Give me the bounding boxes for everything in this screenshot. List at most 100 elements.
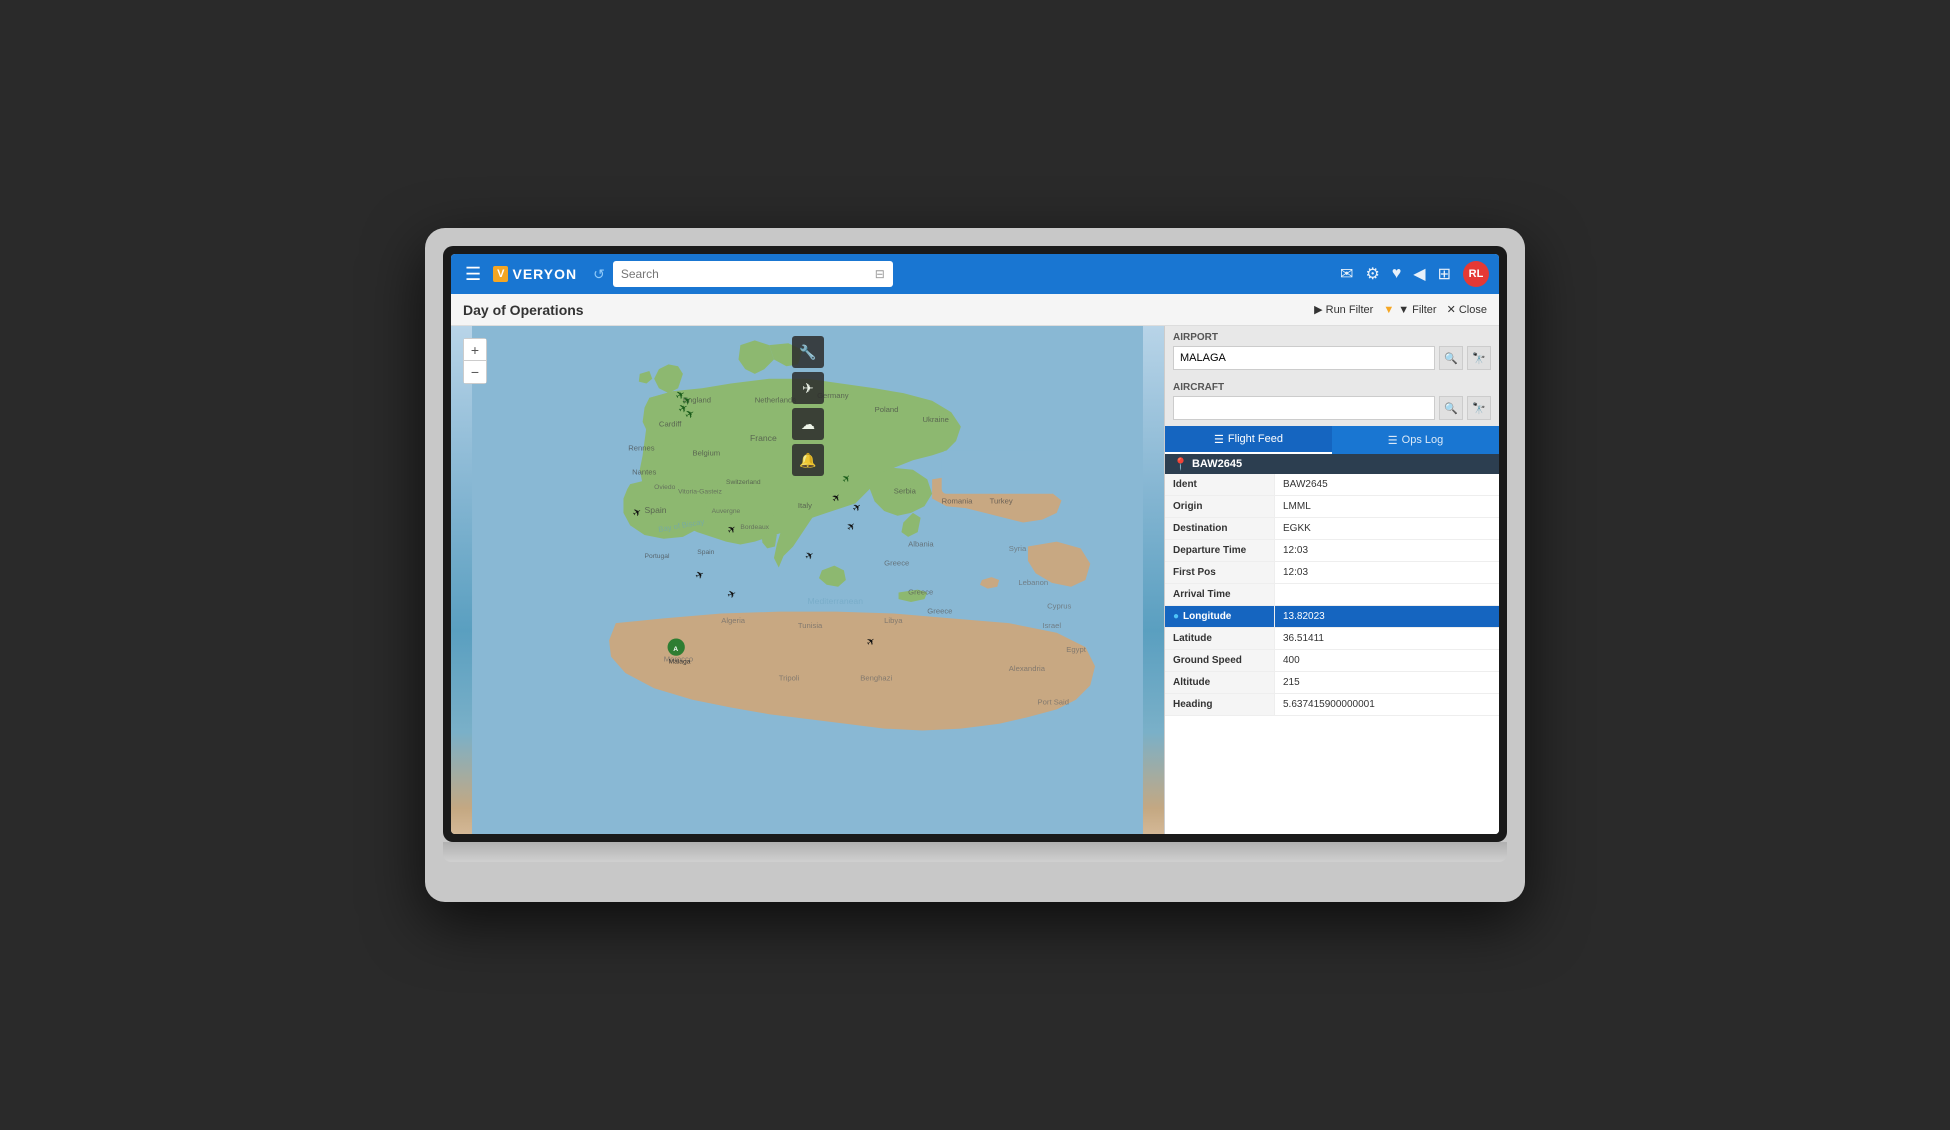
aircraft-filter-input[interactable] (1173, 396, 1435, 420)
panel-tabs: ☰ Flight Feed ☰ Ops Log (1165, 426, 1499, 454)
ground-speed-label: Ground Speed (1165, 650, 1275, 671)
airport-filter-input[interactable] (1173, 346, 1435, 370)
departure-time-value: 12:03 (1275, 540, 1499, 561)
logo-text: VERYON (512, 266, 577, 282)
map-area[interactable]: France Spain Italy Serbia Romania Turkey… (451, 326, 1164, 834)
avatar[interactable]: RL (1463, 261, 1489, 287)
table-row: Heading 5.637415900000001 (1165, 694, 1499, 716)
svg-text:Nantes: Nantes (632, 468, 656, 477)
table-row-highlighted: ●Longitude 13.82023 (1165, 606, 1499, 628)
users-icon[interactable]: ⚙ (1365, 264, 1379, 284)
flight-header-row: 📍 BAW2645 (1165, 454, 1499, 474)
aircraft-filter-input-row: 🔍 🔭 (1173, 396, 1491, 420)
filter-button[interactable]: ▼ ▼ Filter (1383, 304, 1436, 316)
svg-text:Turkey: Turkey (990, 496, 1013, 505)
departure-time-label: Departure Time (1165, 540, 1275, 561)
svg-text:Portugal: Portugal (645, 553, 670, 560)
airport-binoculars-button[interactable]: 🔭 (1467, 346, 1491, 370)
svg-text:Cyprus: Cyprus (1047, 602, 1071, 611)
notifications-icon[interactable]: ◀ (1413, 264, 1425, 284)
svg-text:France: France (750, 433, 777, 443)
svg-text:Vitoria-Gasteiz: Vitoria-Gasteiz (678, 489, 722, 496)
svg-text:Italy: Italy (798, 501, 812, 510)
svg-text:Tunisia: Tunisia (798, 621, 823, 630)
svg-text:Lebanon: Lebanon (1018, 578, 1048, 587)
apps-icon[interactable]: ⊞ (1438, 264, 1451, 284)
ground-speed-value: 400 (1275, 650, 1499, 671)
close-button[interactable]: ✕ Close (1447, 303, 1487, 316)
svg-text:Rennes: Rennes (628, 444, 655, 453)
run-filter-button[interactable]: ▶ Run Filter (1314, 303, 1373, 316)
hamburger-menu-icon[interactable]: ☰ (461, 260, 485, 289)
svg-text:Netherlands: Netherlands (755, 396, 796, 405)
first-pos-value: 12:03 (1275, 562, 1499, 583)
svg-text:Romania: Romania (942, 496, 973, 505)
flight-feed-label: Flight Feed (1228, 433, 1283, 445)
flight-ident-header: BAW2645 (1192, 458, 1242, 470)
svg-text:Israel: Israel (1042, 621, 1061, 630)
svg-text:Cardiff: Cardiff (659, 420, 682, 429)
tab-flight-feed[interactable]: ☰ Flight Feed (1165, 426, 1332, 454)
svg-text:Algeria: Algeria (721, 616, 746, 625)
mail-icon[interactable]: ✉ (1340, 264, 1353, 284)
airport-filter-input-row: 🔍 🔭 (1173, 346, 1491, 370)
airport-search-button[interactable]: 🔍 (1439, 346, 1463, 370)
svg-text:Poland: Poland (875, 405, 899, 414)
logo-area: V VERYON (493, 266, 577, 282)
svg-text:Ukraine: Ukraine (923, 415, 949, 424)
heading-value: 5.637415900000001 (1275, 694, 1499, 715)
destination-label: Destination (1165, 518, 1275, 539)
wrench-tool-button[interactable]: 🔧 (792, 336, 824, 368)
svg-text:Switzerland: Switzerland (726, 479, 761, 486)
ops-log-label: Ops Log (1402, 434, 1444, 446)
svg-text:Alexandria: Alexandria (1009, 664, 1046, 673)
bell-tool-button[interactable]: 🔔 (792, 444, 824, 476)
tab-ops-log[interactable]: ☰ Ops Log (1332, 426, 1499, 454)
longitude-value: 13.82023 (1275, 606, 1499, 627)
aircraft-binoculars-button[interactable]: 🔭 (1467, 396, 1491, 420)
flight-info-panel: 📍 BAW2645 Ident BAW2645 Origin LMML (1165, 454, 1499, 834)
table-row: Departure Time 12:03 (1165, 540, 1499, 562)
table-row: Destination EGKK (1165, 518, 1499, 540)
flight-feed-icon: ☰ (1214, 433, 1224, 446)
svg-text:Málaga: Málaga (669, 658, 691, 665)
refresh-icon[interactable]: ↺ (593, 266, 605, 283)
logo-badge: V (493, 266, 508, 282)
svg-text:Albania: Albania (908, 539, 934, 548)
cloud-tool-button[interactable]: ☁ (792, 408, 824, 440)
svg-text:Syria: Syria (1009, 544, 1027, 553)
table-row: Altitude 215 (1165, 672, 1499, 694)
search-input[interactable] (621, 267, 871, 281)
destination-value: EGKK (1275, 518, 1499, 539)
table-row: First Pos 12:03 (1165, 562, 1499, 584)
map-background: France Spain Italy Serbia Romania Turkey… (451, 326, 1164, 834)
location-dot-icon: ● (1173, 611, 1179, 622)
right-panel: AIRPORT 🔍 🔭 AIRCRAFT 🔍 🔭 (1164, 326, 1499, 834)
zoom-out-button[interactable]: − (464, 361, 486, 383)
svg-text:Tripoli: Tripoli (779, 674, 800, 683)
ops-log-icon: ☰ (1388, 434, 1398, 447)
table-row: Origin LMML (1165, 496, 1499, 518)
aircraft-filter-label: AIRCRAFT (1173, 382, 1491, 393)
svg-text:Greece: Greece (908, 587, 933, 596)
filter-icon: ▼ (1383, 304, 1394, 316)
table-row: Ident BAW2645 (1165, 474, 1499, 496)
heading-label: Heading (1165, 694, 1275, 715)
first-pos-label: First Pos (1165, 562, 1275, 583)
origin-value: LMML (1275, 496, 1499, 517)
table-row: Arrival Time (1165, 584, 1499, 606)
favorites-icon[interactable]: ♥ (1392, 265, 1402, 283)
svg-text:Serbia: Serbia (894, 487, 917, 496)
table-row: Ground Speed 400 (1165, 650, 1499, 672)
aircraft-search-button[interactable]: 🔍 (1439, 396, 1463, 420)
zoom-in-button[interactable]: + (464, 339, 486, 361)
svg-text:Spain: Spain (645, 505, 667, 515)
laptop-body: ☰ V VERYON ↺ ⊟ ✉ ⚙ ♥ ◀ ⊞ RL (425, 228, 1525, 902)
search-bar: ⊟ (613, 261, 893, 287)
svg-text:Greece: Greece (884, 559, 909, 568)
screen-bezel: ☰ V VERYON ↺ ⊟ ✉ ⚙ ♥ ◀ ⊞ RL (443, 246, 1507, 842)
laptop-hinge (443, 842, 1507, 862)
screen: ☰ V VERYON ↺ ⊟ ✉ ⚙ ♥ ◀ ⊞ RL (451, 254, 1499, 834)
airplane-tool-button[interactable]: ✈ (792, 372, 824, 404)
search-icon: ⊟ (875, 267, 885, 281)
